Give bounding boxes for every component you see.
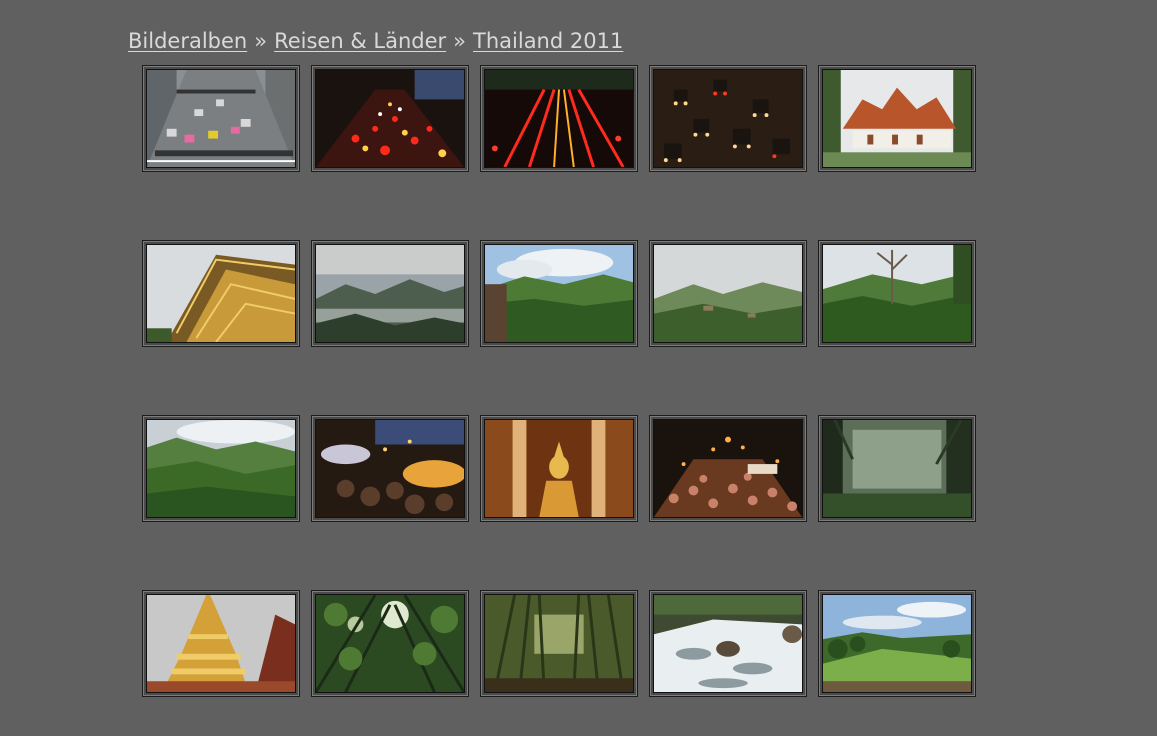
breadcrumb-separator: » (453, 29, 467, 53)
gallery-row (142, 240, 982, 347)
thumbnail-image (146, 244, 296, 343)
photo-thumbnail-golden-chedi[interactable] (142, 590, 300, 697)
photo-thumbnail-misty-mountains[interactable] (311, 240, 469, 347)
thumbnail-image (315, 69, 465, 168)
thumbnail-image (653, 244, 803, 343)
thumbnail-image (653, 69, 803, 168)
thumbnail-image (653, 594, 803, 693)
photo-thumbnail-temple-gable-gold[interactable] (142, 240, 300, 347)
breadcrumb-link-travel[interactable]: Reisen & Länder (274, 29, 446, 53)
photo-thumbnail-garden-landscape[interactable] (818, 590, 976, 697)
breadcrumb: Bilderalben» Reisen & Länder» Thailand 201… (128, 27, 623, 55)
thumbnail-image (315, 594, 465, 693)
photo-thumbnail-waterfall-rapids[interactable] (649, 590, 807, 697)
thumbnail-image (146, 419, 296, 518)
thumbnail-image (315, 244, 465, 343)
photo-thumbnail-traffic-night-red-lights[interactable] (311, 65, 469, 172)
thumbnail-image (822, 69, 972, 168)
photo-thumbnail-traffic-jam-evening[interactable] (649, 65, 807, 172)
photo-thumbnail-tree-canopy[interactable] (311, 590, 469, 697)
thumbnail-image (484, 419, 634, 518)
thumbnail-image (146, 69, 296, 168)
thumbnail-image (653, 419, 803, 518)
breadcrumb-link-thailand-2011[interactable]: Thailand 2011 (473, 29, 623, 53)
breadcrumb-separator: » (254, 29, 268, 53)
thumbnail-image (484, 244, 634, 343)
photo-thumbnail-misty-forest[interactable] (818, 415, 976, 522)
photo-thumbnail-traffic-light-trails[interactable] (480, 65, 638, 172)
thumbnail-image (822, 419, 972, 518)
photo-thumbnail-street-traffic-day[interactable] (142, 65, 300, 172)
gallery-row (142, 415, 982, 522)
thumbnail-image (484, 594, 634, 693)
photo-gallery (142, 65, 982, 736)
photo-thumbnail-golden-buddha[interactable] (480, 415, 638, 522)
photo-thumbnail-temple-orange-roof[interactable] (818, 65, 976, 172)
thumbnail-image (315, 419, 465, 518)
photo-thumbnail-bamboo-forest[interactable] (480, 590, 638, 697)
gallery-row (142, 590, 982, 697)
photo-thumbnail-forest-hill-hut[interactable] (480, 240, 638, 347)
photo-thumbnail-foggy-hillside[interactable] (649, 240, 807, 347)
gallery-row (142, 65, 982, 172)
thumbnail-image (822, 244, 972, 343)
thumbnail-image (484, 69, 634, 168)
thumbnail-image (146, 594, 296, 693)
photo-thumbnail-night-market-umbrellas[interactable] (311, 415, 469, 522)
photo-thumbnail-jungle-hill-tree[interactable] (818, 240, 976, 347)
photo-thumbnail-green-valley-clouds[interactable] (142, 415, 300, 522)
photo-thumbnail-night-market-crowd[interactable] (649, 415, 807, 522)
thumbnail-image (822, 594, 972, 693)
breadcrumb-link-albums[interactable]: Bilderalben (128, 29, 247, 53)
